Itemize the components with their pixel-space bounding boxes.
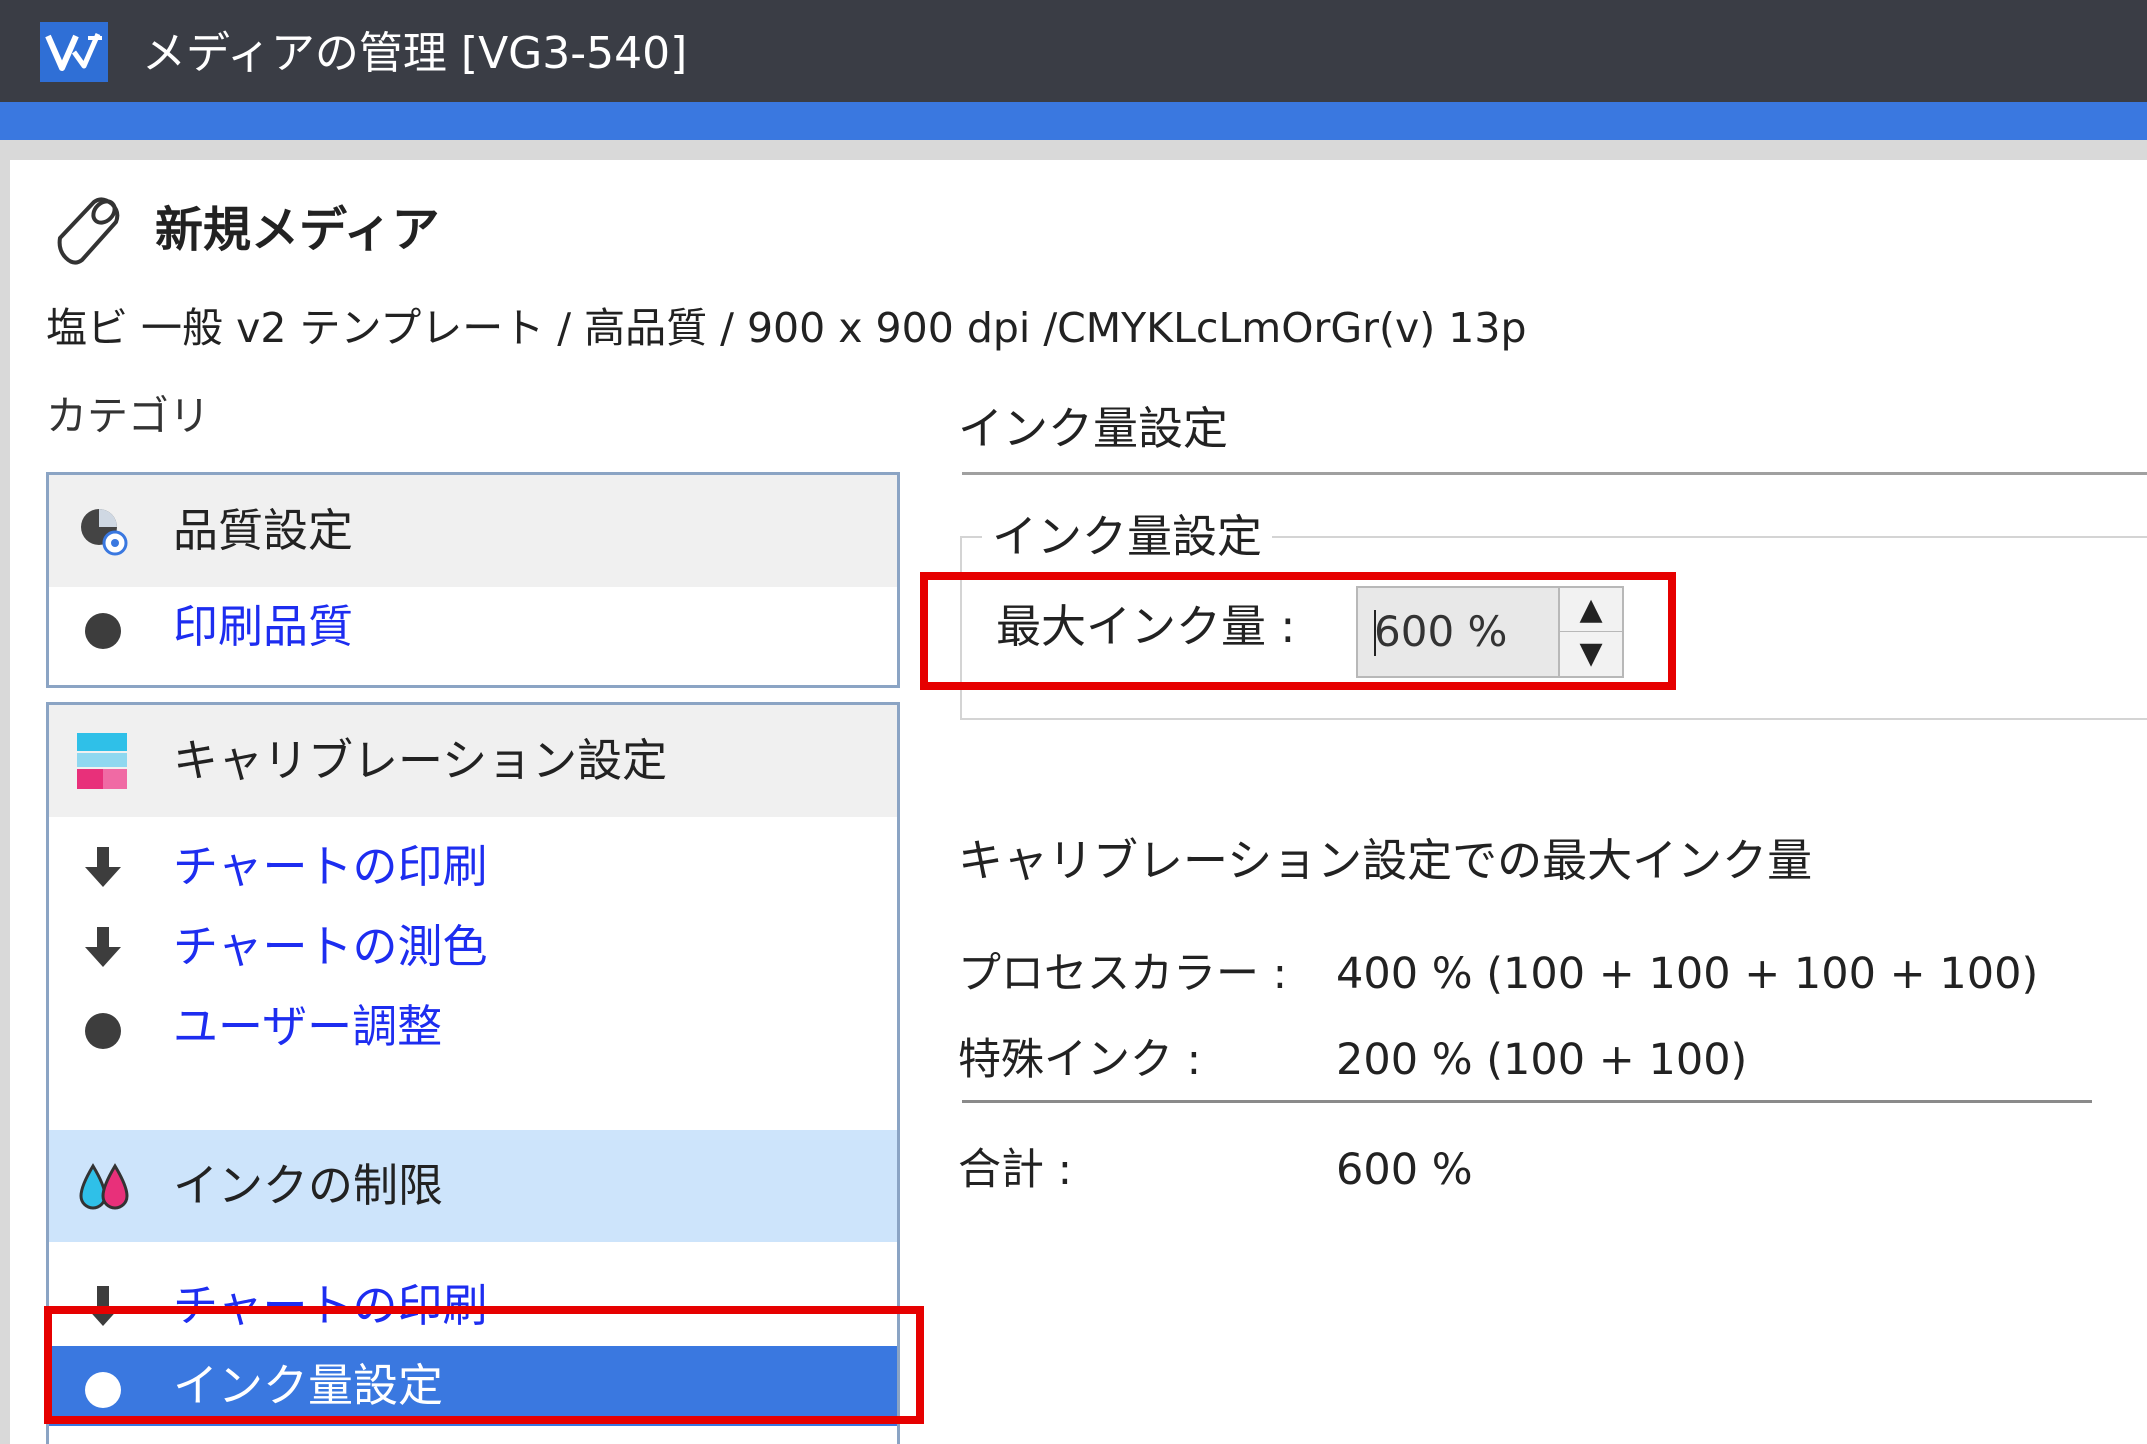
media-roll-icon [57, 197, 120, 265]
media-description: 塩ビ 一般 v2 テンプレート / 高品質 / 900 x 900 dpi /C… [46, 304, 1527, 352]
content-frame [0, 160, 10, 1444]
window-title: メディアの管理 [VG3-540] [142, 28, 688, 79]
category-title: インクの制限 [173, 1159, 444, 1212]
category-group-quality: 品質設定 印刷品質 [46, 472, 900, 688]
section-divider [962, 472, 2147, 475]
app-logo-icon [40, 22, 108, 82]
title-bar: メディアの管理 [VG3-540] [0, 0, 2147, 102]
special-ink-label: 特殊インク : [958, 1035, 1202, 1085]
category-header-calibration[interactable]: キャリブレーション設定 [49, 705, 897, 817]
category-label: カテゴリ [46, 392, 210, 440]
sidebar-item-label: チャートの測色 [173, 920, 488, 973]
sidebar-item-label: 印刷品質 [173, 600, 354, 653]
section-title: インク量設定 [958, 402, 1229, 455]
accent-divider [0, 140, 2147, 160]
arrow-down-icon [85, 847, 121, 887]
sidebar-item-chart-measure[interactable]: チャートの測色 [49, 907, 897, 987]
calibration-max-ink-title: キャリブレーション設定での最大インク量 [958, 834, 1813, 887]
special-ink-value: 200 % (100 + 100) [1336, 1035, 1748, 1085]
total-value: 600 % [1336, 1145, 1473, 1195]
process-color-value: 400 % (100 + 100 + 100 + 100) [1336, 949, 2039, 999]
ink-drops-icon [79, 1163, 129, 1210]
calibration-settings-icon [77, 733, 127, 789]
bullet-icon [85, 1013, 121, 1049]
sidebar-item-label: チャートの印刷 [173, 840, 488, 893]
highlight-box-sidebar [44, 1306, 924, 1424]
category-title: 品質設定 [173, 504, 354, 557]
sidebar-item-label: ユーザー調整 [173, 1000, 443, 1053]
media-title: 新規メディア [155, 202, 440, 258]
total-divider [962, 1100, 2092, 1103]
total-label: 合計 : [958, 1145, 1073, 1195]
quality-settings-icon [81, 509, 128, 556]
process-color-label: プロセスカラー : [958, 949, 1288, 999]
sidebar-item-print-quality[interactable]: 印刷品質 [49, 587, 897, 667]
sidebar-item-chart-print[interactable]: チャートの印刷 [49, 827, 897, 907]
highlight-box-max-ink [920, 572, 1676, 690]
category-group-calibration: キャリブレーション設定 チャートの印刷 チャートの測色 ユーザー調整 [46, 702, 900, 1146]
category-header-ink-limit[interactable]: インクの制限 [49, 1130, 897, 1242]
accent-bar [0, 102, 2147, 140]
arrow-down-icon [85, 927, 121, 967]
category-title: キャリブレーション設定 [173, 734, 668, 787]
bullet-icon [85, 613, 121, 649]
groupbox-legend: インク量設定 [982, 506, 1273, 568]
category-header-quality[interactable]: 品質設定 [49, 475, 897, 587]
sidebar-item-user-adjust[interactable]: ユーザー調整 [49, 987, 897, 1067]
